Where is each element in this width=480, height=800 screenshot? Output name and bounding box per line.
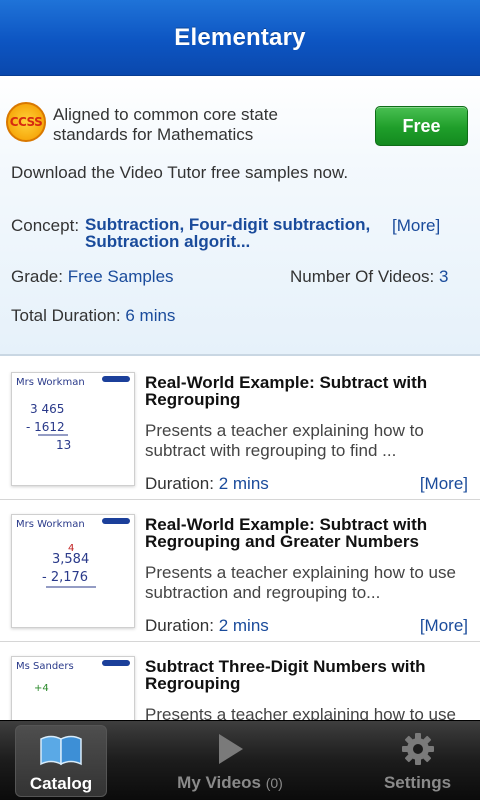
svg-text:+4: +4: [34, 683, 49, 694]
concept-more-link[interactable]: [More]: [392, 216, 440, 236]
video-title[interactable]: Real-World Example: Subtract with Regrou…: [145, 374, 470, 408]
thumb-line: - 2,176: [42, 570, 88, 585]
video-title[interactable]: Subtract Three-Digit Numbers with Regrou…: [145, 658, 470, 692]
thumb-line: - 1612: [26, 420, 65, 434]
video-more-link[interactable]: [More]: [420, 474, 468, 494]
total-duration-row: Total Duration: 6 mins: [11, 306, 175, 326]
play-icon: [208, 731, 252, 767]
svg-text:4: 4: [68, 543, 74, 554]
duration-label: Duration:: [145, 474, 214, 493]
grade-row: Grade: Free Samples: [11, 267, 174, 287]
ccss-logo-icon: CCSS: [6, 102, 46, 142]
thumb-heading: Mrs Workman: [16, 519, 85, 530]
video-description: Presents a teacher explaining how to sub…: [145, 421, 424, 460]
thumb-line: 13: [56, 438, 71, 452]
thumb-line: 3 465: [30, 402, 64, 416]
video-list-item[interactable]: Ms Sanders +4 Subtract Three-Digit Numbe…: [0, 642, 480, 720]
duration-value: 2 mins: [218, 474, 269, 493]
video-description: Presents a teacher explaining how to use: [145, 705, 456, 720]
total-duration-value: 6 mins: [125, 306, 176, 325]
duration-label: Duration:: [145, 616, 214, 635]
tab-bar: Catalog My Videos (0) Settings: [0, 720, 480, 800]
video-duration: Duration: 2 mins: [145, 616, 269, 636]
download-text: Download the Video Tutor free samples no…: [11, 163, 349, 182]
thumb-heading: Mrs Workman: [16, 377, 85, 388]
duration-value: 2 mins: [218, 616, 269, 635]
page-title: Elementary: [174, 23, 306, 51]
catalog-info-panel: CCSS Aligned to common core state standa…: [0, 76, 480, 356]
grade-value: Free Samples: [67, 267, 174, 286]
video-list-item[interactable]: Mrs Workman 3,584 - 2,176 4 Real-World E…: [0, 500, 480, 642]
concept-value: Subtraction, Four-digit subtraction, Sub…: [85, 215, 371, 251]
free-button[interactable]: Free: [375, 106, 468, 146]
thumb-line: 3,584: [52, 552, 89, 567]
book-icon: [39, 732, 83, 768]
video-description: Presents a teacher explaining how to use…: [145, 563, 456, 602]
tab-settings[interactable]: Settings: [370, 725, 465, 797]
tab-catalog[interactable]: Catalog: [15, 725, 107, 797]
video-count-row: Number Of Videos: 3: [290, 267, 448, 287]
tab-my-videos-text: My Videos: [177, 773, 261, 792]
tab-my-videos[interactable]: My Videos (0): [160, 725, 300, 797]
tab-catalog-label: Catalog: [29, 774, 93, 793]
video-thumbnail[interactable]: Mrs Workman 3,584 - 2,176 4: [11, 514, 135, 628]
total-duration-label: Total Duration:: [11, 306, 121, 325]
video-count-label: Number Of Videos:: [290, 267, 435, 286]
tab-settings-label: Settings: [383, 773, 452, 792]
thumb-heading: Ms Sanders: [16, 661, 74, 672]
video-duration: Duration: 2 mins: [145, 474, 269, 494]
ccss-logo-text: CCSS: [9, 115, 43, 129]
video-title[interactable]: Real-World Example: Subtract with Regrou…: [145, 516, 470, 550]
video-count-value: 3: [439, 267, 449, 286]
tab-my-videos-label: My Videos (0): [177, 773, 283, 793]
video-more-link[interactable]: [More]: [420, 616, 468, 636]
my-videos-count: (0): [265, 775, 283, 791]
standards-text: Aligned to common core state standards f…: [53, 105, 278, 144]
video-thumbnail[interactable]: Ms Sanders +4: [11, 656, 135, 720]
gear-icon: [396, 731, 440, 767]
concept-label: Concept:: [11, 216, 80, 235]
title-bar: Elementary: [0, 0, 480, 76]
video-thumbnail[interactable]: Mrs Workman 3 465 - 1612 13: [11, 372, 135, 486]
grade-label: Grade:: [11, 267, 63, 286]
video-list-item[interactable]: Mrs Workman 3 465 - 1612 13 Real-World E…: [0, 358, 480, 500]
video-list[interactable]: Mrs Workman 3 465 - 1612 13 Real-World E…: [0, 358, 480, 720]
